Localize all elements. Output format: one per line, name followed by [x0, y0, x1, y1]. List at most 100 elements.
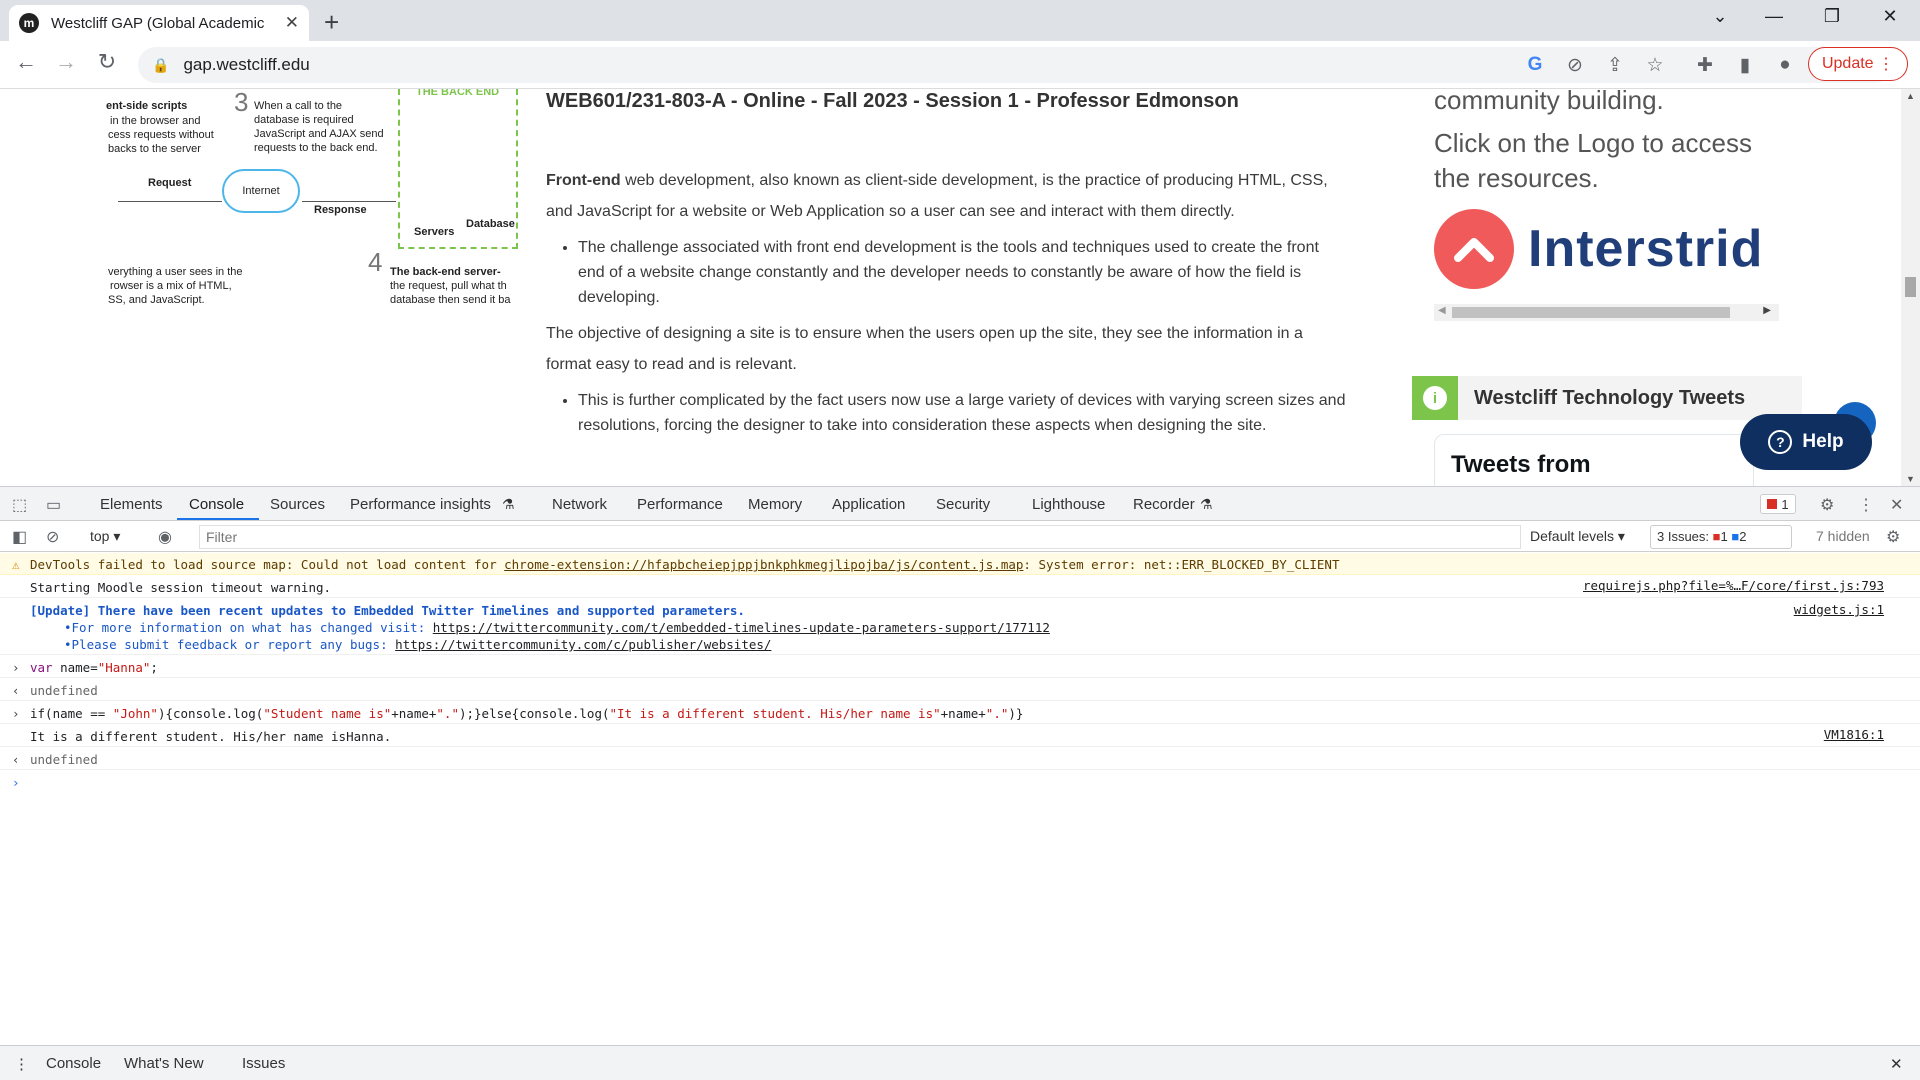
- browser-tab[interactable]: m Westcliff GAP (Global Academic P ✕: [9, 5, 309, 41]
- close-devtools-icon[interactable]: ✕: [1890, 495, 1903, 515]
- forward-icon[interactable]: →: [50, 49, 82, 75]
- side-panel-icon[interactable]: ▮: [1732, 54, 1758, 77]
- result-chevron-icon: ‹: [12, 683, 20, 698]
- devtools-tab-console[interactable]: Console: [189, 496, 244, 513]
- tab-close-icon[interactable]: ✕: [285, 13, 299, 33]
- warning-icon: ⚠: [12, 557, 20, 572]
- hidden-messages-count: 7 hidden: [1816, 528, 1870, 544]
- drawer-tab-whats-new[interactable]: What's New: [124, 1055, 204, 1072]
- console-filter-input[interactable]: Filter: [199, 525, 1521, 549]
- logo-horizontal-scrollbar[interactable]: ◀ ▶: [1434, 304, 1779, 321]
- google-icon[interactable]: G: [1522, 54, 1548, 76]
- sidebar-toggle-icon[interactable]: ◧: [12, 527, 27, 547]
- inspect-element-icon[interactable]: ⬚: [12, 495, 27, 515]
- console-input-row: › var name="Hanna";: [0, 656, 1920, 678]
- devtools-tab-recorder[interactable]: Recorder: [1133, 496, 1195, 513]
- more-options-icon[interactable]: ⋮: [1858, 495, 1874, 515]
- drawer-tab-console[interactable]: Console: [46, 1055, 101, 1072]
- input2-s1: "John": [112, 706, 158, 721]
- share-icon[interactable]: ⇪: [1602, 54, 1628, 77]
- eye-off-icon[interactable]: ⊘: [1562, 54, 1588, 77]
- restore-icon[interactable]: ❐: [1812, 6, 1852, 27]
- console-prompt-input[interactable]: ›: [0, 771, 1920, 795]
- devtools-tab-memory[interactable]: Memory: [748, 496, 802, 513]
- scrollbar-thumb[interactable]: [1452, 307, 1730, 318]
- extensions-icon[interactable]: ✚: [1692, 54, 1718, 77]
- back-icon[interactable]: ←: [10, 49, 42, 75]
- servers-label: Servers: [414, 226, 455, 238]
- interstrid-logo-text: Interstrid: [1528, 220, 1764, 278]
- devtools-tab-sources[interactable]: Sources: [270, 496, 325, 513]
- scroll-right-icon[interactable]: ▶: [1763, 305, 1771, 316]
- devtools-tab-security[interactable]: Security: [936, 496, 990, 513]
- twitter-feedback-link[interactable]: https://twittercommunity.com/c/publisher…: [395, 637, 771, 652]
- settings-gear-icon[interactable]: ⚙: [1820, 495, 1834, 515]
- close-drawer-icon[interactable]: ✕: [1890, 1055, 1903, 1073]
- drawer-tab-issues[interactable]: Issues: [242, 1055, 285, 1072]
- console-settings-icon[interactable]: ⚙: [1886, 527, 1900, 547]
- levels-label: Default levels: [1530, 528, 1615, 544]
- help-button[interactable]: ? Help: [1740, 414, 1872, 470]
- address-bar[interactable]: 🔒 gap.westcliff.edu: [138, 47, 1893, 83]
- tweets-from-label: Tweets from: [1451, 451, 1591, 478]
- issues-counter[interactable]: 3 Issues: ■1 ■2: [1650, 525, 1792, 549]
- response-arrow: [302, 201, 396, 202]
- window-close-icon[interactable]: ✕: [1870, 6, 1910, 27]
- devtools-tab-performance-insights[interactable]: Performance insights: [350, 496, 491, 513]
- right-sidebar: community building. Click on the Logo to…: [1412, 89, 1814, 486]
- article-content: WEB601/231-803-A - Online - Fall 2023 - …: [546, 89, 1346, 446]
- input1-code: name=: [52, 660, 98, 675]
- step-3-text-1: When a call to the: [254, 100, 343, 112]
- error-count-badge[interactable]: 1: [1760, 494, 1796, 514]
- clear-console-icon[interactable]: ⊘: [46, 527, 59, 547]
- live-expression-eye-icon[interactable]: ◉: [158, 527, 172, 547]
- devtools-tab-elements[interactable]: Elements: [100, 496, 163, 513]
- tweets-section-header: i Westcliff Technology Tweets: [1412, 376, 1802, 420]
- console-toolbar: ◧ ⊘ top ▾ ◉ Filter Default levels ▾ 3 Is…: [0, 522, 1920, 552]
- context-selector[interactable]: top ▾: [90, 528, 120, 545]
- log-levels-dropdown[interactable]: Default levels ▾: [1530, 528, 1625, 545]
- input2-d: );}else{console.log(: [458, 706, 610, 721]
- scroll-down-icon[interactable]: ▼: [1906, 474, 1915, 484]
- profile-avatar-icon[interactable]: ●: [1772, 54, 1798, 76]
- minimize-icon[interactable]: —: [1754, 6, 1794, 27]
- devtools-panel: ⬚ ▭ Elements Console Sources Performance…: [0, 486, 1920, 1080]
- page-vertical-scrollbar[interactable]: ▲ ▼: [1901, 89, 1920, 486]
- tab-search-icon[interactable]: ⌄: [1700, 6, 1740, 27]
- devtools-tab-application[interactable]: Application: [832, 496, 905, 513]
- vm-source-link[interactable]: VM1816:1: [1824, 727, 1884, 742]
- update-button[interactable]: Update ⋮: [1808, 47, 1908, 81]
- interstrid-chevron-icon: [1434, 209, 1514, 289]
- console-result-row: ‹ undefined: [0, 748, 1920, 770]
- bookmark-star-icon[interactable]: ☆: [1642, 54, 1668, 77]
- page-scrollbar-thumb[interactable]: [1905, 277, 1916, 297]
- interstrid-logo[interactable]: Interstrid: [1434, 209, 1763, 289]
- source-map-link[interactable]: chrome-extension://hfapbcheiepjppjbnkphk…: [504, 557, 1023, 572]
- issues-error-icon: ■: [1712, 529, 1721, 544]
- drawer-menu-icon[interactable]: ⋮: [14, 1055, 29, 1073]
- twitter-timeline[interactable]: Tweets from: [1434, 434, 1754, 486]
- step-3-text-2: database is required: [254, 114, 354, 126]
- devtools-tab-bar: ⬚ ▭ Elements Console Sources Performance…: [0, 487, 1920, 521]
- sidebar-line-2: Click on the Logo to access: [1434, 128, 1752, 158]
- bottom-text-1: verything a user sees in the: [108, 266, 243, 278]
- devtools-drawer-tabs: ⋮ Console What's New Issues ✕: [0, 1045, 1920, 1080]
- step-4-title: The back-end server-: [390, 266, 501, 278]
- reload-icon[interactable]: ↻: [91, 49, 123, 75]
- devtools-tab-performance[interactable]: Performance: [637, 496, 723, 513]
- device-toolbar-icon[interactable]: ▭: [46, 495, 61, 515]
- devtools-tab-lighthouse[interactable]: Lighthouse: [1032, 496, 1105, 513]
- log-moodle-source-link[interactable]: requirejs.php?file=%…F/core/first.js:793: [1583, 578, 1884, 593]
- new-tab-icon[interactable]: +: [324, 7, 339, 38]
- lock-icon[interactable]: 🔒: [152, 57, 169, 74]
- devtools-tab-network[interactable]: Network: [552, 496, 607, 513]
- active-tab-indicator: [177, 518, 259, 520]
- update-label: Update: [1821, 55, 1874, 72]
- bullet-list-1: The challenge associated with front end …: [578, 235, 1346, 310]
- scroll-up-icon[interactable]: ▲: [1906, 91, 1915, 101]
- twitter-info-link[interactable]: https://twittercommunity.com/t/embedded-…: [433, 620, 1050, 635]
- console-input-row: › if(name == "John"){console.log("Studen…: [0, 702, 1920, 724]
- scroll-left-icon[interactable]: ◀: [1438, 305, 1446, 316]
- widgets-source-link[interactable]: widgets.js:1: [1794, 601, 1884, 618]
- console-log-row: [Update] There have been recent updates …: [0, 599, 1920, 655]
